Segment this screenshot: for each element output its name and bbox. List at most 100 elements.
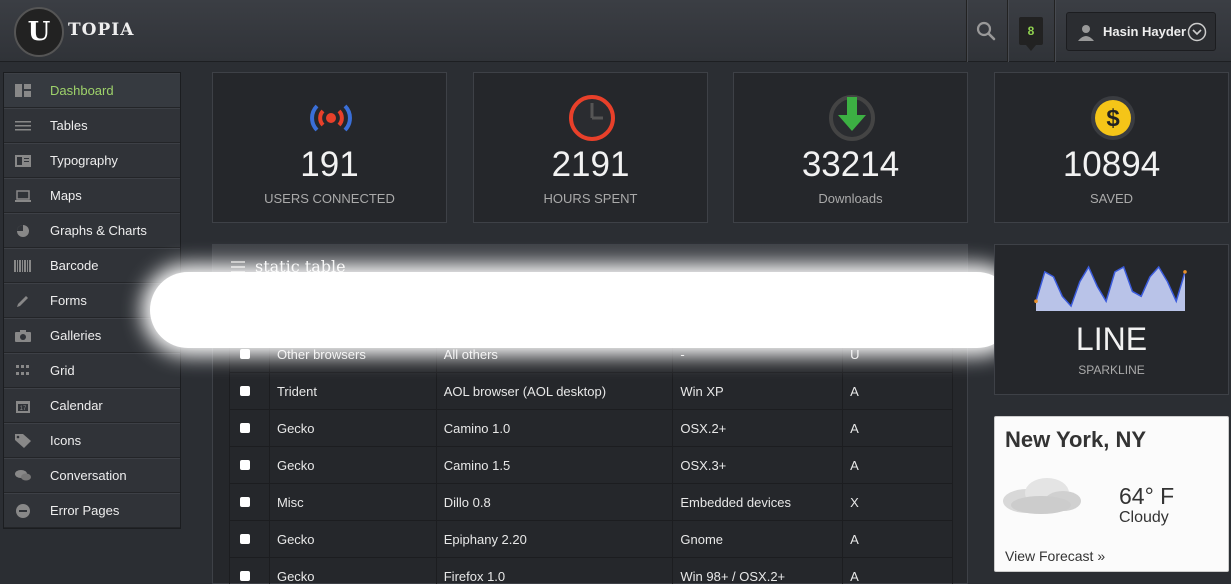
chat-icon <box>14 469 32 483</box>
weather-temp: 64° F <box>1119 483 1175 509</box>
stat-users-connected: 191 USERS CONNECTED <box>212 72 447 223</box>
notification-badge[interactable]: 8 <box>1019 17 1043 51</box>
sidebar-item-label: Galleries <box>50 328 102 343</box>
stat-hours-spent: 2191 HOURS SPENT <box>473 72 708 223</box>
search-icon[interactable] <box>975 20 997 42</box>
stat-value: 10894 <box>1062 145 1161 184</box>
stat-label: SAVED <box>1089 191 1134 206</box>
table-row: Trident AOL browser (AOL desktop) Win XP A <box>229 372 953 410</box>
sidebar-item-label: Tables <box>50 118 88 133</box>
weather-widget: New York, NY 64° F Cloudy View Forecast … <box>994 416 1229 572</box>
table-cell: A <box>842 520 953 558</box>
table-cell: A <box>842 372 953 410</box>
sparkline-subtitle: SPARKLINE <box>1078 363 1145 377</box>
sidebar-item-label: Typography <box>50 153 118 168</box>
sidebar-item-label: Barcode <box>50 258 99 273</box>
table-cell: A <box>842 557 953 584</box>
tables-icon <box>14 119 32 133</box>
table-cell: Dillo 0.8 <box>435 483 674 521</box>
grid-icon <box>14 364 32 378</box>
typography-icon <box>14 154 32 168</box>
table-cell: A <box>842 446 953 484</box>
pie-chart-icon <box>14 224 32 238</box>
table-cell: OSX.2+ <box>672 409 844 447</box>
stat-label: Downloads <box>818 191 883 206</box>
table-cell: Camino 1.5 <box>435 446 674 484</box>
row-checkbox-cell <box>229 557 270 584</box>
dashboard-icon <box>14 84 32 98</box>
sidebar-item-label: Error Pages <box>50 503 120 518</box>
list-icon <box>231 260 245 273</box>
logo-letter: U <box>27 17 51 47</box>
table-cell: Misc <box>268 483 437 521</box>
table-cell: Win XP <box>672 372 844 410</box>
table-cell: Gecko <box>268 557 437 584</box>
sidebar-item-maps[interactable]: Maps <box>4 178 180 213</box>
sidebar-item-conversation[interactable]: Conversation <box>4 458 180 493</box>
weather-condition: Cloudy <box>1119 509 1169 526</box>
sidebar-item-grid[interactable]: Grid <box>4 353 180 388</box>
table-row: Misc Dillo 0.8 Embedded devices X <box>229 483 953 521</box>
pencil-icon <box>14 294 32 308</box>
table-row: Gecko Camino 1.5 OSX.3+ A <box>229 446 953 484</box>
table-row: Gecko Epiphany 2.20 Gnome A <box>229 520 953 558</box>
table-cell: OSX.3+ <box>672 446 844 484</box>
user-menu-button[interactable]: Hasin Hayder <box>1066 12 1216 51</box>
sparkline-title: LINE <box>1075 321 1148 357</box>
clock-icon <box>569 95 615 141</box>
user-avatar-icon <box>1078 24 1094 41</box>
sidebar-item-dashboard[interactable]: Dashboard <box>4 73 180 108</box>
chevron-down-icon <box>1187 22 1207 42</box>
table-cell: Epiphany 2.20 <box>435 520 674 558</box>
row-checkbox[interactable] <box>240 386 250 396</box>
sidebar-item-error-pages[interactable]: Error Pages <box>4 493 180 528</box>
tag-icon <box>14 433 32 448</box>
sidebar-item-barcode[interactable]: Barcode <box>4 248 180 283</box>
sidebar-item-label: Maps <box>50 188 82 203</box>
download-icon <box>829 95 875 141</box>
sidebar-item-label: Dashboard <box>50 83 114 98</box>
top-bar: U TOPIA 8 Hasin Hayder <box>0 0 1231 62</box>
view-forecast-link[interactable]: View Forecast » <box>1005 548 1105 564</box>
row-checkbox-cell <box>229 483 270 521</box>
table-cell: Gecko <box>268 409 437 447</box>
sidebar-item-calendar[interactable]: 17 Calendar <box>4 388 180 423</box>
table-cell: Gecko <box>268 446 437 484</box>
row-checkbox[interactable] <box>240 423 250 433</box>
row-checkbox[interactable] <box>240 534 250 544</box>
table-cell: Embedded devices <box>672 483 844 521</box>
redaction-overlay <box>150 272 1015 348</box>
stat-downloads: 33214 Downloads <box>733 72 968 223</box>
row-checkbox-cell <box>229 520 270 558</box>
table-cell: Gecko <box>268 520 437 558</box>
row-checkbox[interactable] <box>240 349 250 359</box>
row-checkbox[interactable] <box>240 460 250 470</box>
broadcast-icon <box>310 104 352 132</box>
row-checkbox-cell <box>229 372 270 410</box>
table-cell: Firefox 1.0 <box>435 557 674 584</box>
svg-text:$: $ <box>1106 105 1120 132</box>
sidebar-item-graphs-charts[interactable]: Graphs & Charts <box>4 213 180 248</box>
sidebar-item-tables[interactable]: Tables <box>4 108 180 143</box>
data-table: Other browsers All others - U Trident AOL bro… <box>229 335 953 584</box>
minus-circle-icon <box>14 503 32 518</box>
stat-label: HOURS SPENT <box>543 191 638 206</box>
sidebar-item-typography[interactable]: Typography <box>4 143 180 178</box>
logo[interactable]: U <box>14 7 64 57</box>
user-name: Hasin Hayder <box>1103 24 1187 39</box>
sidebar-item-label: Grid <box>50 363 75 378</box>
table-cell: Gnome <box>672 520 844 558</box>
stat-value: 191 <box>300 145 359 184</box>
table-cell: A <box>842 409 953 447</box>
table-row: Gecko Firefox 1.0 Win 98+ / OSX.2+ A <box>229 557 953 584</box>
dollar-icon: $ <box>1091 96 1135 140</box>
sparkline-point <box>1034 299 1038 304</box>
stat-value: 2191 <box>551 145 630 184</box>
sparkline-point <box>1183 270 1187 274</box>
sidebar-item-icons[interactable]: Icons <box>4 423 180 458</box>
svg-text:17: 17 <box>20 406 27 412</box>
row-checkbox[interactable] <box>240 571 250 581</box>
row-checkbox[interactable] <box>240 497 250 507</box>
stat-value: 33214 <box>801 145 900 184</box>
sidebar-item-label: Icons <box>50 433 82 448</box>
